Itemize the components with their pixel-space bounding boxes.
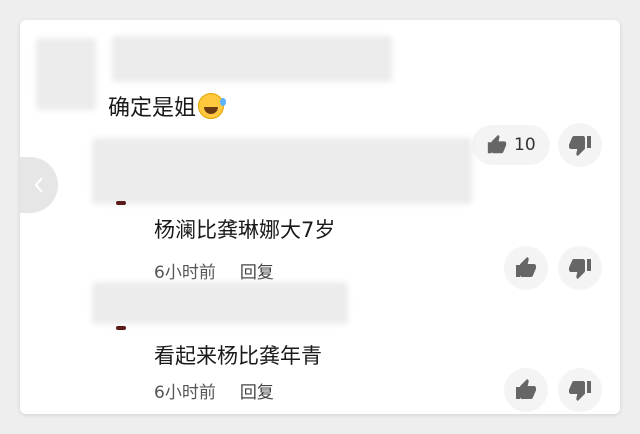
dislike-button[interactable] (558, 368, 602, 412)
comment-meta: 6小时前 回复 (154, 258, 274, 283)
username-blurred (92, 138, 472, 204)
thumbs-up-icon (487, 134, 507, 154)
dislike-button[interactable] (558, 123, 602, 167)
comment-text: 确定是姐 (108, 90, 227, 122)
comment-time: 6小时前 (154, 263, 216, 283)
chevron-left-icon (34, 177, 43, 193)
comment-meta: 6小时前 回复 (154, 378, 274, 403)
comment-time: 6小时前 (154, 383, 216, 403)
thumbs-down-icon (569, 381, 591, 401)
reply-button[interactable]: 回复 (240, 383, 274, 403)
back-button[interactable] (20, 157, 58, 213)
comment-text: 杨澜比龚琳娜大7岁 (154, 218, 336, 242)
username-blurred (112, 36, 392, 82)
avatar-blurred (36, 38, 96, 110)
like-button[interactable]: 10 (472, 125, 550, 165)
thumbs-up-icon (516, 257, 536, 277)
thumbs-down-icon (569, 136, 591, 156)
thumbs-down-icon (569, 259, 591, 279)
reply-button[interactable]: 回复 (240, 263, 274, 283)
like-count: 10 (514, 135, 536, 155)
like-button[interactable] (504, 368, 548, 412)
username-blurred (92, 282, 348, 324)
comment-panel: 确定是姐 10 杨澜比龚琳娜大7岁 6小时前 回复 看起来杨比龚年青 6小时前 回复 (20, 20, 620, 414)
comment-text: 看起来杨比龚年青 (154, 344, 322, 368)
avatar-fragment (116, 201, 126, 205)
dislike-button[interactable] (558, 246, 602, 290)
thumbs-up-icon (516, 379, 536, 399)
avatar-fragment (116, 326, 126, 330)
rolling-laughing-emoji-icon (198, 93, 227, 119)
like-button[interactable] (504, 246, 548, 290)
